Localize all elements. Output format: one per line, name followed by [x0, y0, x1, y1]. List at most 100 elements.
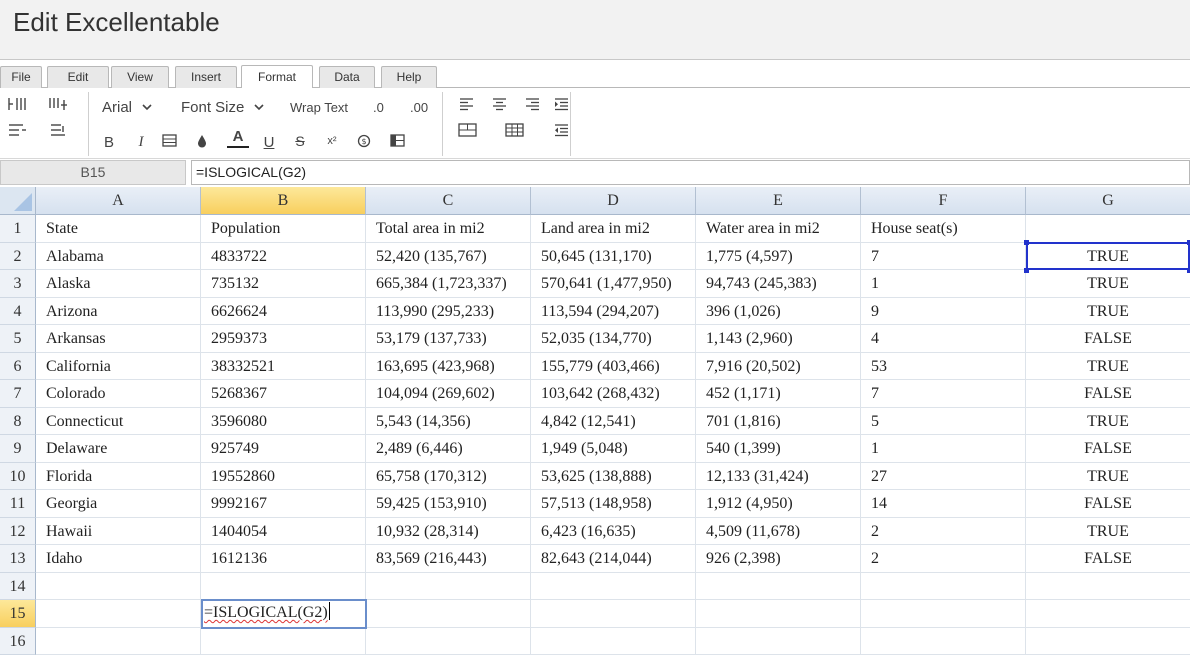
cell-f16[interactable]	[861, 627, 1026, 655]
strikethrough-button[interactable]: S	[293, 131, 307, 151]
cell-a15[interactable]	[36, 600, 201, 628]
cell-f3[interactable]: 1	[861, 270, 1026, 298]
column-header-d[interactable]: D	[531, 187, 696, 215]
cell-c15[interactable]	[366, 600, 531, 628]
delete-row-icon[interactable]	[48, 122, 68, 140]
cell-e10[interactable]: 12,133 (31,424)	[696, 462, 861, 490]
cell-g9[interactable]: FALSE	[1026, 435, 1190, 463]
row-header-12[interactable]: 12	[0, 517, 36, 545]
cell-d8[interactable]: 4,842 (12,541)	[531, 407, 696, 435]
cell-d12[interactable]: 6,423 (16,635)	[531, 517, 696, 545]
align-right-icon[interactable]	[524, 96, 544, 114]
fill-color-icon[interactable]	[194, 133, 214, 151]
cell-e12[interactable]: 4,509 (11,678)	[696, 517, 861, 545]
cell-b1[interactable]: Population	[201, 215, 366, 243]
increase-decimal-button[interactable]: .00	[410, 97, 428, 117]
cell-f9[interactable]: 1	[861, 435, 1026, 463]
cell-d15[interactable]	[531, 600, 696, 628]
row-header-10[interactable]: 10	[0, 462, 36, 490]
row-header-3[interactable]: 3	[0, 270, 36, 298]
cell-c6[interactable]: 163,695 (423,968)	[366, 352, 531, 380]
cell-e1[interactable]: Water area in mi2	[696, 215, 861, 243]
cell-c8[interactable]: 5,543 (14,356)	[366, 407, 531, 435]
cell-a7[interactable]: Colorado	[36, 380, 201, 408]
cell-d10[interactable]: 53,625 (138,888)	[531, 462, 696, 490]
cell-a8[interactable]: Connecticut	[36, 407, 201, 435]
borders-icon[interactable]	[505, 122, 525, 140]
align-center-icon[interactable]	[491, 96, 511, 114]
cell-g3[interactable]: TRUE	[1026, 270, 1190, 298]
tab-edit[interactable]: Edit	[47, 66, 109, 88]
cell-c5[interactable]: 53,179 (137,733)	[366, 325, 531, 353]
cell-f1[interactable]: House seat(s)	[861, 215, 1026, 243]
column-header-g[interactable]: G	[1026, 187, 1190, 215]
column-header-f[interactable]: F	[861, 187, 1026, 215]
insert-row-below-icon[interactable]	[7, 122, 27, 140]
cell-a12[interactable]: Hawaii	[36, 517, 201, 545]
tab-view[interactable]: View	[111, 66, 169, 88]
cell-g5[interactable]: FALSE	[1026, 325, 1190, 353]
cell-f12[interactable]: 2	[861, 517, 1026, 545]
cell-style-icon[interactable]	[161, 133, 181, 151]
cell-f14[interactable]	[861, 572, 1026, 600]
cell-c11[interactable]: 59,425 (153,910)	[366, 490, 531, 518]
row-header-14[interactable]: 14	[0, 572, 36, 600]
cell-a2[interactable]: Alabama	[36, 242, 201, 270]
cell-b3[interactable]: 735132	[201, 270, 366, 298]
cell-d5[interactable]: 52,035 (134,770)	[531, 325, 696, 353]
cell-b8[interactable]: 3596080	[201, 407, 366, 435]
row-header-1[interactable]: 1	[0, 215, 36, 243]
tab-data[interactable]: Data	[319, 66, 375, 88]
cell-g13[interactable]: FALSE	[1026, 545, 1190, 573]
cell-b5[interactable]: 2959373	[201, 325, 366, 353]
cell-a5[interactable]: Arkansas	[36, 325, 201, 353]
cell-e16[interactable]	[696, 627, 861, 655]
merge-cells-icon[interactable]	[458, 122, 478, 140]
cell-b4[interactable]: 6626624	[201, 297, 366, 325]
cell-c16[interactable]	[366, 627, 531, 655]
cell-a14[interactable]	[36, 572, 201, 600]
cell-a4[interactable]: Arizona	[36, 297, 201, 325]
cell-f8[interactable]: 5	[861, 407, 1026, 435]
cell-b11[interactable]: 9992167	[201, 490, 366, 518]
cell-c13[interactable]: 83,569 (216,443)	[366, 545, 531, 573]
select-all-corner[interactable]	[0, 187, 36, 215]
cell-b16[interactable]	[201, 627, 366, 655]
column-header-a[interactable]: A	[36, 187, 201, 215]
decrease-decimal-button[interactable]: .0	[373, 97, 384, 117]
row-header-13[interactable]: 13	[0, 545, 36, 573]
tab-insert[interactable]: Insert	[175, 66, 237, 88]
cell-g14[interactable]	[1026, 573, 1190, 600]
align-left-icon[interactable]	[458, 96, 478, 114]
cell-d6[interactable]: 155,779 (403,466)	[531, 352, 696, 380]
wrap-text-button[interactable]: Wrap Text	[290, 97, 348, 117]
cell-a16[interactable]	[36, 627, 201, 655]
row-header-16[interactable]: 16	[0, 627, 36, 655]
cell-g10[interactable]: TRUE	[1026, 463, 1190, 490]
row-header-11[interactable]: 11	[0, 490, 36, 518]
cell-e9[interactable]: 540 (1,399)	[696, 435, 861, 463]
row-header-2[interactable]: 2	[0, 242, 36, 270]
font-family-select[interactable]: Arial	[102, 97, 152, 117]
cell-e2[interactable]: 1,775 (4,597)	[696, 242, 861, 270]
row-header-9[interactable]: 9	[0, 435, 36, 463]
cell-c2[interactable]: 52,420 (135,767)	[366, 242, 531, 270]
cell-c7[interactable]: 104,094 (269,602)	[366, 380, 531, 408]
italic-button[interactable]: I	[134, 132, 148, 152]
cell-f4[interactable]: 9	[861, 297, 1026, 325]
cell-d13[interactable]: 82,643 (214,044)	[531, 545, 696, 573]
cell-f13[interactable]: 2	[861, 545, 1026, 573]
column-header-c[interactable]: C	[366, 187, 531, 215]
cell-e4[interactable]: 396 (1,026)	[696, 297, 861, 325]
cell-b9[interactable]: 925749	[201, 435, 366, 463]
cell-e11[interactable]: 1,912 (4,950)	[696, 490, 861, 518]
cell-a10[interactable]: Florida	[36, 462, 201, 490]
cell-a9[interactable]: Delaware	[36, 435, 201, 463]
font-size-select[interactable]: Font Size	[181, 97, 264, 117]
cell-f6[interactable]: 53	[861, 352, 1026, 380]
cell-c9[interactable]: 2,489 (6,446)	[366, 435, 531, 463]
row-header-15[interactable]: 15	[0, 600, 36, 628]
cell-d3[interactable]: 570,641 (1,477,950)	[531, 270, 696, 298]
cell-f15[interactable]	[861, 600, 1026, 628]
cell-e7[interactable]: 452 (1,171)	[696, 380, 861, 408]
